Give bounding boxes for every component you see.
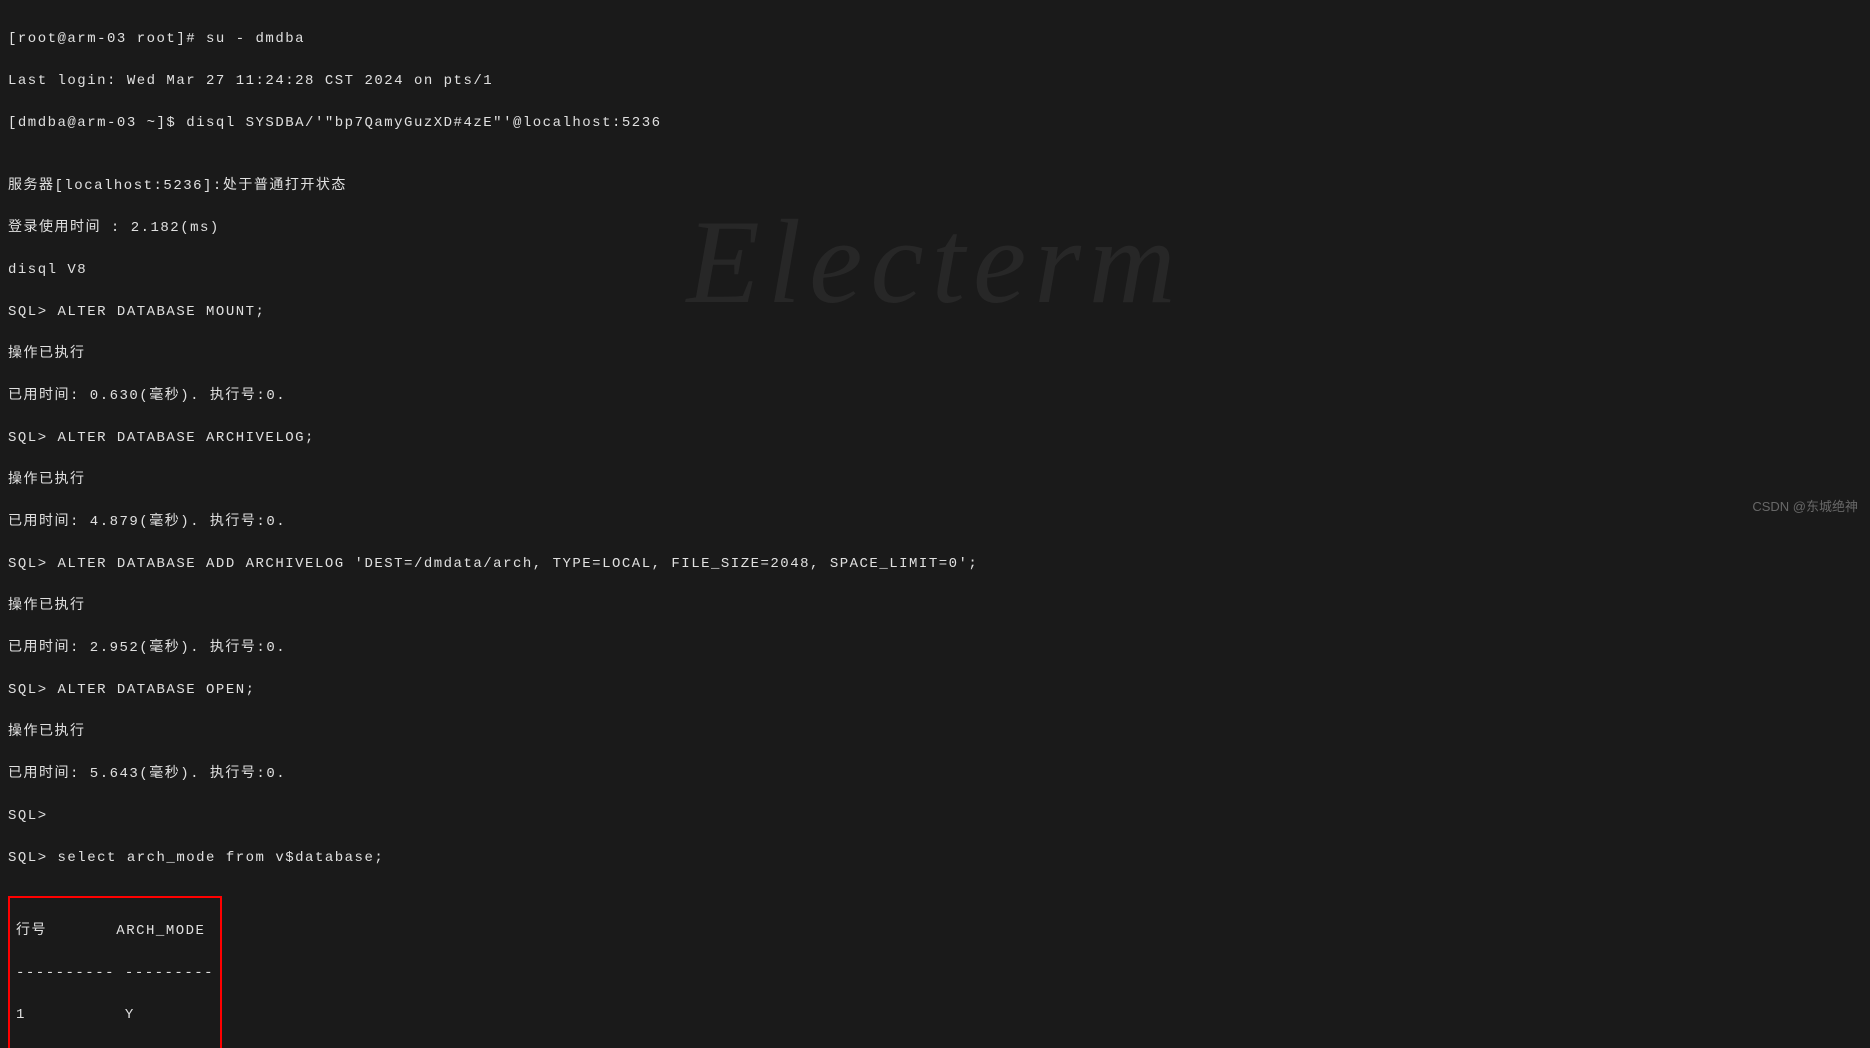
result-row: 1 Y	[16, 1005, 214, 1026]
terminal-line: 已用时间: 4.879(毫秒). 执行号:0.	[8, 512, 1862, 533]
terminal-line: 操作已执行	[8, 596, 1862, 617]
result-highlight-box: 行号 ARCH_MODE ---------- --------- 1 Y	[8, 896, 222, 1048]
terminal-line: SQL> ALTER DATABASE ADD ARCHIVELOG 'DEST…	[8, 554, 1862, 575]
result-header: 行号 ARCH_MODE	[16, 921, 214, 942]
terminal-line: 已用时间: 5.643(毫秒). 执行号:0.	[8, 764, 1862, 785]
terminal-line: SQL> select arch_mode from v$database;	[8, 848, 1862, 869]
terminal-line: Last login: Wed Mar 27 11:24:28 CST 2024…	[8, 71, 1862, 92]
terminal-line: 已用时间: 2.952(毫秒). 执行号:0.	[8, 638, 1862, 659]
terminal-line: 操作已执行	[8, 470, 1862, 491]
csdn-watermark: CSDN @东城绝神	[1752, 497, 1858, 517]
terminal-line: [root@arm-03 root]# su - dmdba	[8, 29, 1862, 50]
terminal-line: 操作已执行	[8, 722, 1862, 743]
terminal-line: 服务器[localhost:5236]:处于普通打开状态	[8, 176, 1862, 197]
result-divider: ---------- ---------	[16, 963, 214, 984]
terminal-line: SQL>	[8, 806, 1862, 827]
terminal-line: 操作已执行	[8, 344, 1862, 365]
terminal-line: SQL> ALTER DATABASE ARCHIVELOG;	[8, 428, 1862, 449]
terminal-line: 登录使用时间 : 2.182(ms)	[8, 218, 1862, 239]
terminal-output[interactable]: [root@arm-03 root]# su - dmdba Last logi…	[8, 8, 1862, 1048]
terminal-line: disql V8	[8, 260, 1862, 281]
terminal-line: 已用时间: 0.630(毫秒). 执行号:0.	[8, 386, 1862, 407]
terminal-line: [dmdba@arm-03 ~]$ disql SYSDBA/'"bp7Qamy…	[8, 113, 1862, 134]
terminal-line: SQL> ALTER DATABASE OPEN;	[8, 680, 1862, 701]
terminal-line: SQL> ALTER DATABASE MOUNT;	[8, 302, 1862, 323]
